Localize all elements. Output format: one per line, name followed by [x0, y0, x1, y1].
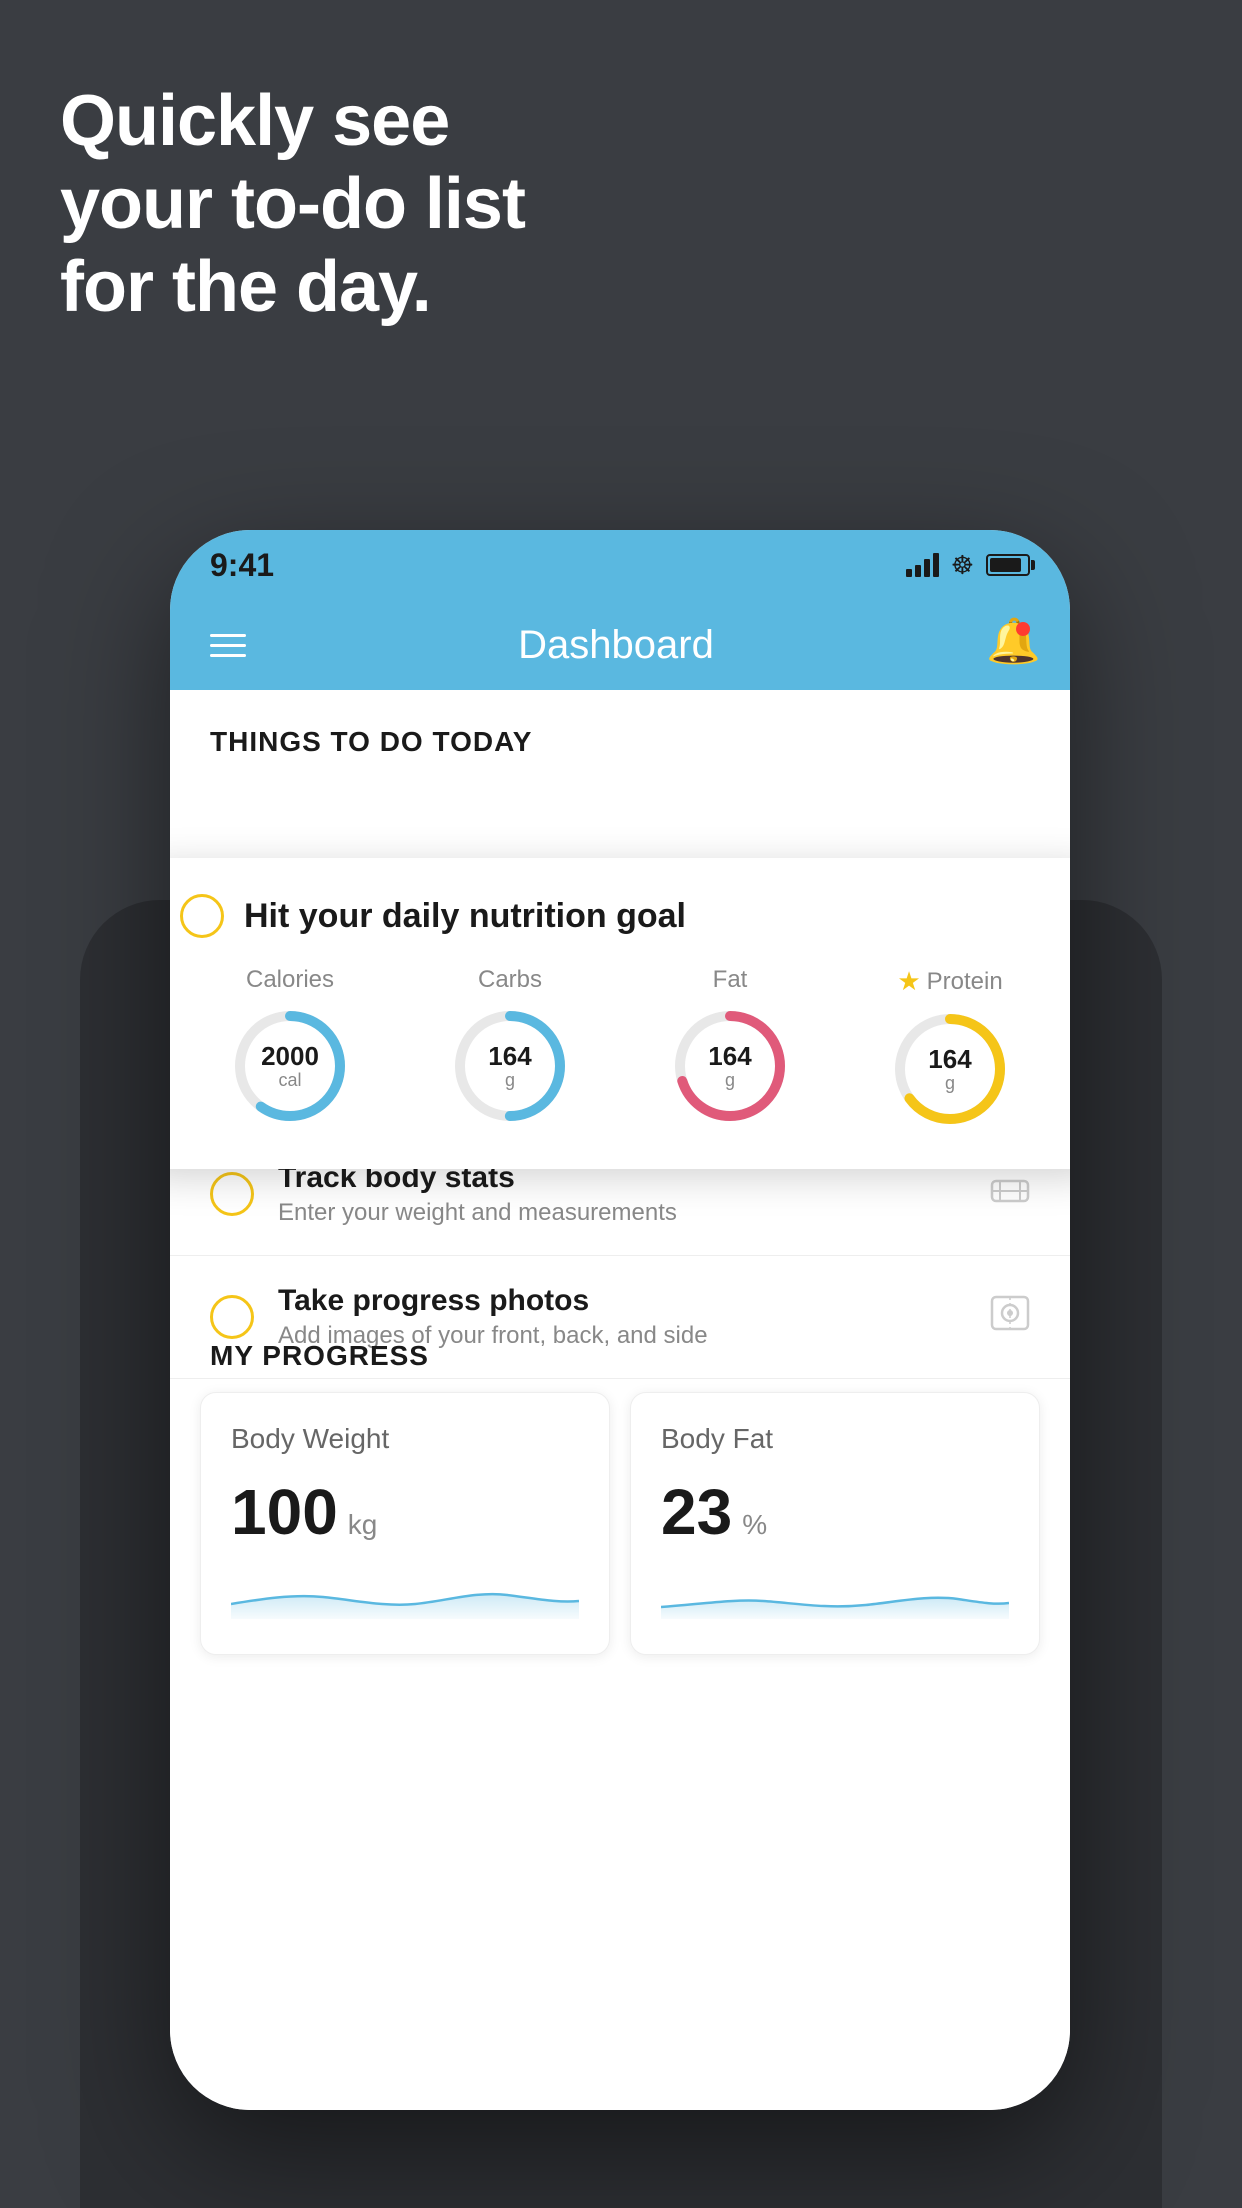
headline-line1: Quickly see	[60, 80, 525, 163]
notification-dot	[1016, 622, 1030, 636]
signal-icon	[906, 553, 939, 577]
protein-value: 164 g	[928, 1045, 971, 1093]
body-fat-chart	[661, 1569, 1009, 1619]
metric-carbs: Carbs 164 g	[450, 966, 570, 1126]
hamburger-icon[interactable]	[210, 634, 246, 657]
body-fat-value-row: 23 %	[661, 1475, 1009, 1549]
carbs-donut: 164 g	[450, 1006, 570, 1126]
nutrition-goal-circle[interactable]	[180, 894, 224, 938]
bell-icon-wrap[interactable]: 🔔	[986, 620, 1030, 670]
nutrition-metrics: Calories 2000 cal	[180, 966, 1060, 1129]
body-weight-chart	[231, 1569, 579, 1619]
nutrition-card-title: Hit your daily nutrition goal	[244, 897, 686, 936]
bell-icon: 🔔	[986, 617, 1041, 666]
bg-headline: Quickly see your to-do list for the day.	[60, 80, 525, 328]
carbs-label: Carbs	[478, 966, 542, 994]
body-weight-title: Body Weight	[231, 1423, 579, 1455]
protein-label-row: ★ Protein	[897, 966, 1002, 997]
body-stats-icon	[990, 1173, 1030, 1216]
body-stats-circle	[210, 1172, 254, 1216]
body-weight-value: 100	[231, 1475, 338, 1549]
status-bar: 9:41 ☸	[170, 530, 1070, 600]
nav-title: Dashboard	[518, 623, 714, 668]
body-stats-subtitle: Enter your weight and measurements	[278, 1199, 966, 1227]
body-fat-card[interactable]: Body Fat 23 %	[630, 1392, 1040, 1655]
headline-line3: for the day.	[60, 246, 525, 329]
nutrition-card: Hit your daily nutrition goal Calories	[170, 858, 1070, 1169]
body-fat-title: Body Fat	[661, 1423, 1009, 1455]
progress-header: MY PROGRESS	[190, 1320, 1050, 1392]
progress-photos-title: Take progress photos	[278, 1284, 966, 1318]
star-icon: ★	[897, 966, 920, 997]
body-stats-text: Track body stats Enter your weight and m…	[278, 1161, 966, 1227]
metric-calories: Calories 2000 cal	[230, 966, 350, 1126]
battery-icon	[986, 554, 1030, 576]
metric-fat: Fat 164 g	[670, 966, 790, 1126]
body-weight-card[interactable]: Body Weight 100 kg	[200, 1392, 610, 1655]
metric-protein: ★ Protein 164 g	[890, 966, 1010, 1129]
nav-bar: Dashboard 🔔	[170, 600, 1070, 690]
body-fat-value: 23	[661, 1475, 732, 1549]
calories-value: 2000 cal	[261, 1042, 319, 1090]
protein-label: Protein	[927, 968, 1003, 996]
status-icons: ☸	[906, 550, 1030, 581]
fat-donut: 164 g	[670, 1006, 790, 1126]
progress-section: MY PROGRESS Body Weight 100 kg	[170, 1320, 1070, 1655]
calories-donut: 2000 cal	[230, 1006, 350, 1126]
body-weight-unit: kg	[348, 1509, 378, 1541]
fat-value: 164 g	[708, 1042, 751, 1090]
carbs-value: 164 g	[488, 1042, 531, 1090]
protein-donut: 164 g	[890, 1009, 1010, 1129]
headline-line2: your to-do list	[60, 163, 525, 246]
progress-cards: Body Weight 100 kg	[190, 1392, 1050, 1655]
background: Quickly see your to-do list for the day.…	[0, 0, 1242, 2208]
section-header: THINGS TO DO TODAY	[170, 690, 1070, 778]
app-content: THINGS TO DO TODAY Hit your daily nutrit…	[170, 690, 1070, 2110]
status-time: 9:41	[210, 547, 274, 584]
body-fat-unit: %	[742, 1509, 767, 1541]
phone-shell: 9:41 ☸ Dashboard 🔔	[170, 530, 1070, 2110]
calories-label: Calories	[246, 966, 334, 994]
wifi-icon: ☸	[951, 550, 974, 581]
body-weight-value-row: 100 kg	[231, 1475, 579, 1549]
fat-label: Fat	[713, 966, 748, 994]
card-title-row: Hit your daily nutrition goal	[180, 894, 1060, 938]
